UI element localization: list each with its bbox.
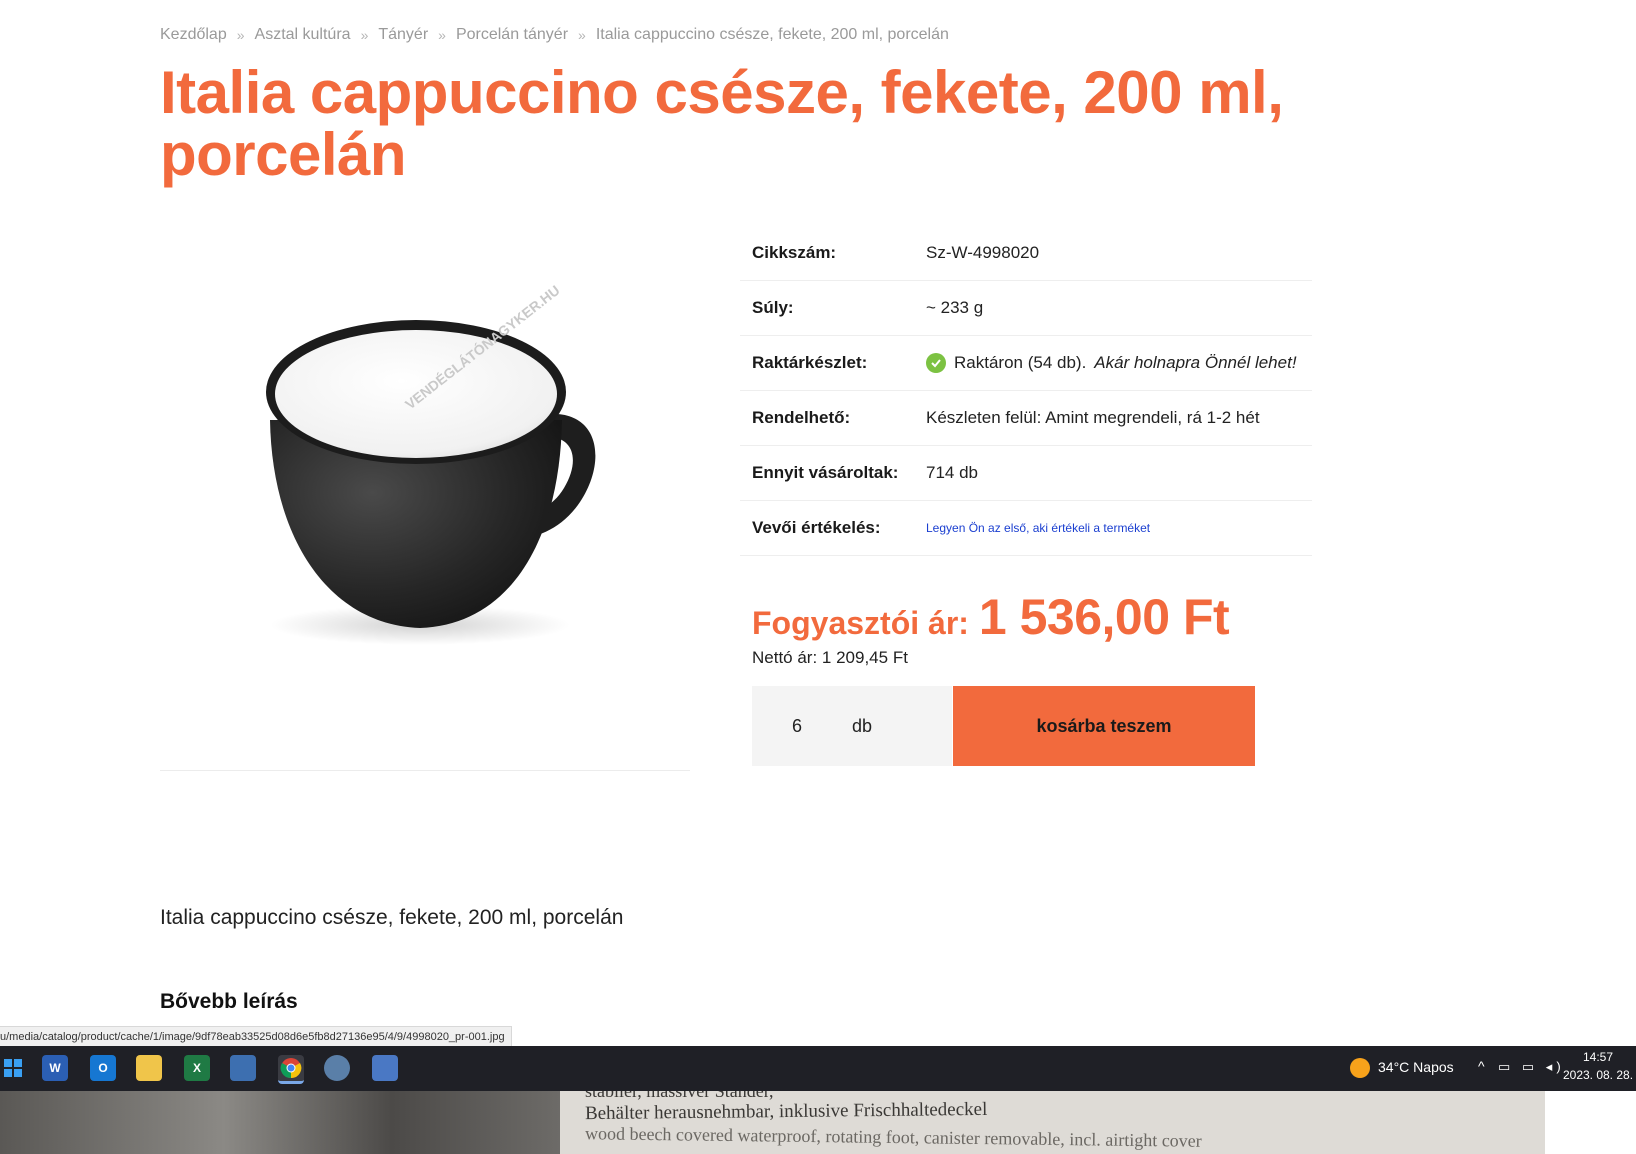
spec-row-stock: Raktárkészlet: Raktáron (54 db). Akár ho…	[740, 336, 1312, 391]
price-block: Fogyasztói ár: 1 536,00 Ft Nettó ár: 1 2…	[752, 588, 1230, 668]
excel-icon[interactable]: X	[184, 1055, 210, 1081]
stock-label: Raktárkészlet:	[752, 353, 868, 372]
consumer-price: Fogyasztói ár: 1 536,00 Ft	[752, 588, 1230, 646]
sold-label: Ennyit vásároltak:	[752, 463, 899, 482]
tray-network-volume-icons[interactable]: ▭ ▭ ◂)	[1498, 1059, 1565, 1075]
remote-desktop-icon[interactable]	[230, 1055, 256, 1081]
clock-date[interactable]: 2023. 08. 28.	[1560, 1068, 1636, 1082]
weather-sun-icon[interactable]	[1350, 1058, 1370, 1078]
orderable-label: Rendelhető:	[752, 408, 851, 427]
photo-text-line-1: Behälter herausnehmbar, inklusive Frisch…	[584, 1098, 988, 1125]
net-price: Nettó ár: 1 209,45 Ft	[752, 648, 908, 667]
breadcrumb-plate[interactable]: Tányér	[378, 26, 428, 44]
spec-row-rating: Vevői értékelés: Legyen Ön az első, aki …	[740, 501, 1312, 556]
taskbar: W O X 34°C Napos ^ ▭ ▭ ◂) 14:57 2023. 08…	[0, 1046, 1636, 1091]
weight-label: Súly:	[752, 298, 794, 317]
breadcrumb-porcelain-plate[interactable]: Porcelán tányér	[456, 26, 568, 44]
calculator-icon[interactable]	[372, 1055, 398, 1081]
spec-table: Cikkszám: Sz-W-4998020 Súly: ~ 233 g Rak…	[740, 226, 1312, 556]
clock-time[interactable]: 14:57	[1560, 1050, 1636, 1064]
review-link[interactable]: Legyen Ön az első, aki értékeli a termék…	[926, 521, 1150, 535]
file-explorer-icon[interactable]	[136, 1055, 162, 1081]
sold-value: 714 db	[926, 463, 978, 482]
stock-note: Akár holnapra Önnél lehet!	[1094, 353, 1297, 372]
breadcrumb-separator: »	[438, 27, 446, 43]
breadcrumb-separator: »	[360, 27, 369, 43]
breadcrumb: Kezdőlap » Asztal kultúra » Tányér » Por…	[160, 24, 949, 46]
spec-row-sold: Ennyit vásároltak: 714 db	[740, 446, 1312, 501]
short-description: Italia cappuccino csésze, fekete, 200 ml…	[160, 906, 624, 929]
breadcrumb-home[interactable]: Kezdőlap	[160, 26, 227, 44]
spec-row-sku: Cikkszám: Sz-W-4998020	[740, 226, 1312, 281]
check-icon	[926, 353, 946, 373]
spec-row-orderable: Rendelhető: Készleten felül: Amint megre…	[740, 391, 1312, 446]
product-image[interactable]: VENDÉGLÁTÓNAGYKER.HU	[160, 220, 690, 771]
photo-text-line-0: stabiler, massiver Ständer,	[585, 1091, 774, 1101]
windows-start-icon[interactable]	[0, 1055, 26, 1081]
tray-chevron-up-icon[interactable]: ^	[1478, 1058, 1485, 1074]
sku-label: Cikkszám:	[752, 243, 837, 262]
chrome-icon[interactable]	[278, 1055, 304, 1084]
orderable-value: Készleten felül: Amint megrendeli, rá 1-…	[926, 408, 1260, 427]
consumer-price-value: 1 536,00 Ft	[978, 589, 1230, 645]
stock-value-wrap: Raktáron (54 db). Akár holnapra Önnél le…	[926, 353, 1312, 373]
sku-value: Sz-W-4998020	[926, 243, 1040, 262]
cup-illustration: VENDÉGLÁTÓNAGYKER.HU	[266, 281, 596, 645]
background-photo: stabiler, massiver Ständer, Behälter her…	[0, 1091, 1636, 1154]
quantity-field[interactable]: 6 db	[752, 686, 952, 766]
quantity-unit: db	[852, 715, 873, 736]
add-to-cart-button[interactable]: kosárba teszem	[953, 686, 1255, 766]
more-description-heading: Bővebb leírás	[160, 990, 298, 1013]
breadcrumb-separator: »	[578, 27, 586, 43]
page-title: Italia cappuccino csésze, fekete, 200 ml…	[160, 59, 1284, 188]
breadcrumb-separator: »	[236, 27, 245, 43]
globe-app-icon[interactable]	[324, 1055, 350, 1081]
consumer-price-label: Fogyasztói ár:	[752, 605, 969, 641]
word-icon[interactable]: W	[42, 1055, 68, 1081]
weight-value: ~ 233 g	[926, 298, 984, 317]
outlook-icon[interactable]: O	[90, 1055, 116, 1081]
breadcrumb-table-culture[interactable]: Asztal kultúra	[255, 26, 351, 44]
status-url: u/media/catalog/product/cache/1/image/9d…	[0, 1026, 512, 1047]
rating-label: Vevői értékelés:	[752, 518, 881, 537]
quantity-input[interactable]: 6	[752, 716, 842, 737]
stock-value: Raktáron (54 db).	[954, 353, 1087, 372]
breadcrumb-current: Italia cappuccino csésze, fekete, 200 ml…	[595, 26, 949, 43]
weather-text[interactable]: 34°C Napos	[1378, 1059, 1454, 1075]
spec-row-weight: Súly: ~ 233 g	[740, 281, 1312, 336]
